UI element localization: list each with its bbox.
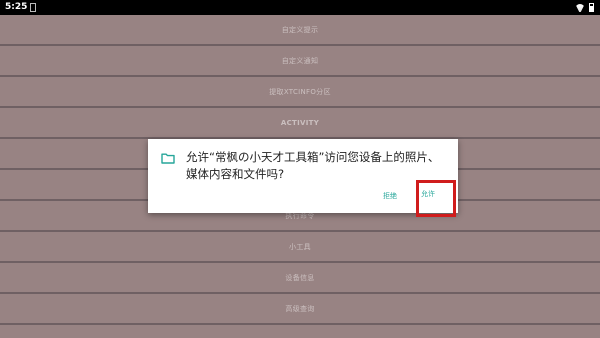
battery-icon	[589, 3, 594, 12]
status-bar: 5:25	[0, 0, 600, 15]
dialog-message: 允许“常枫の小天才工具箱”访问您设备上的照片、媒体内容和文件吗?	[186, 150, 440, 181]
highlight-box	[416, 180, 456, 217]
wifi-icon	[575, 4, 585, 12]
screen: 5:25 自定义提示 自定义通知 提取XTCINFO分区 ACTIVITY 执行…	[0, 0, 600, 338]
deny-button[interactable]: 拒绝	[383, 191, 397, 201]
permission-dialog: 允许“常枫の小天才工具箱”访问您设备上的照片、媒体内容和文件吗? 拒绝 允许	[148, 139, 458, 213]
status-icons	[575, 0, 594, 15]
notification-icon	[30, 3, 36, 12]
status-time: 5:25	[5, 2, 28, 12]
folder-icon	[161, 153, 175, 164]
